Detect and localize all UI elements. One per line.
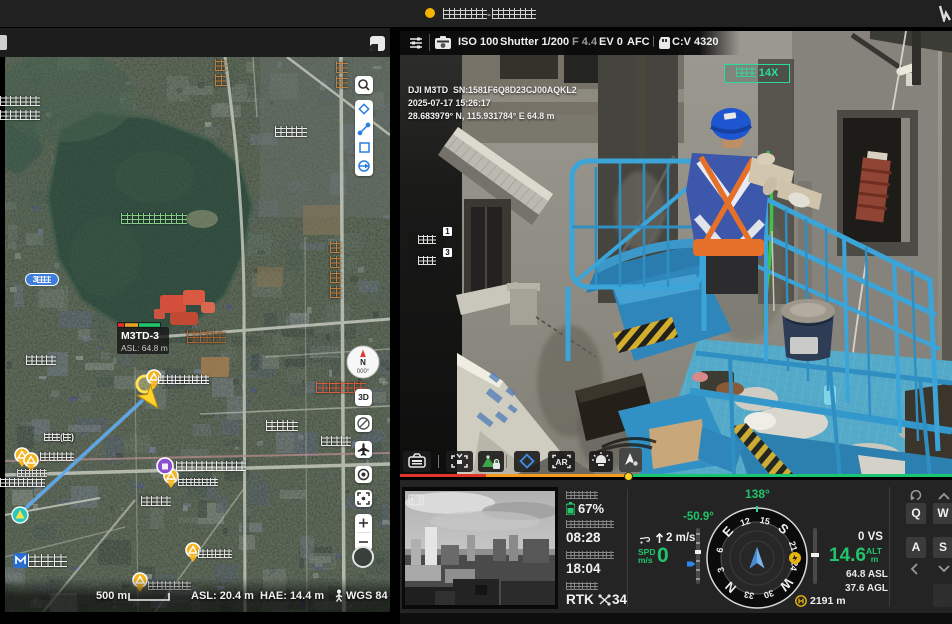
svg-text:N: N [360,358,366,367]
svg-text:33: 33 [743,589,755,601]
svg-text:AR: AR [555,457,567,467]
svg-text:15: 15 [759,515,771,527]
svg-text:000°: 000° [357,369,370,375]
